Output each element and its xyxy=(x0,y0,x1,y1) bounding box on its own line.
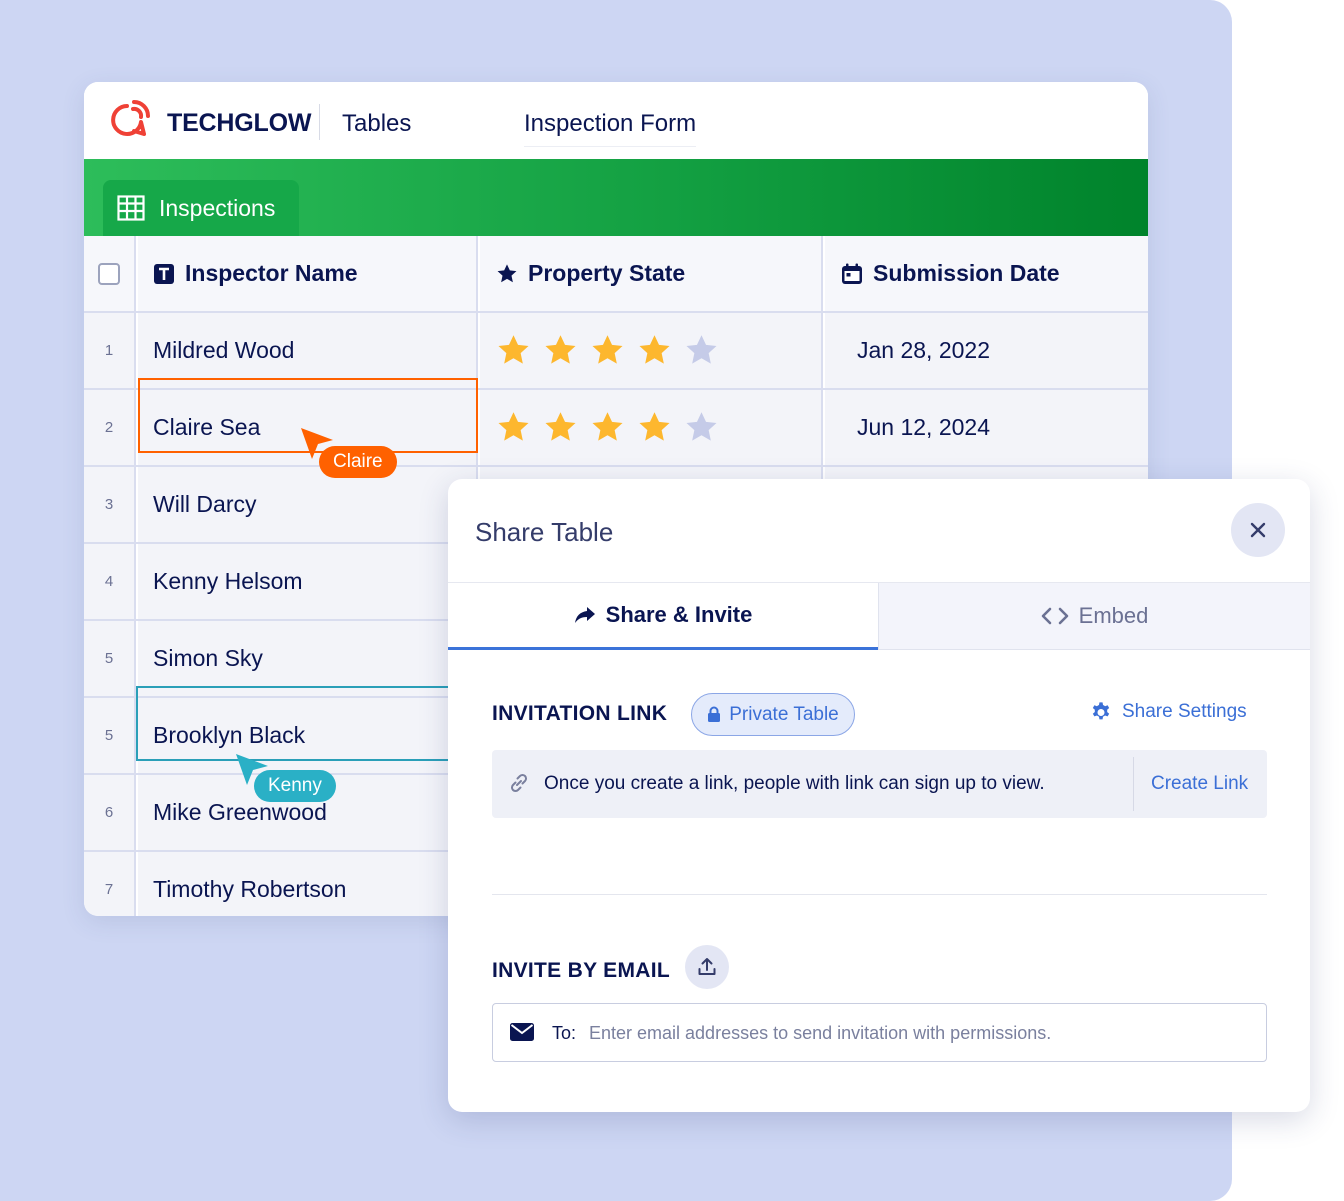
share-settings-label: Share Settings xyxy=(1122,701,1247,722)
claire-cursor-tag: Claire xyxy=(319,446,397,478)
column-header-submission-date[interactable]: Submission Date xyxy=(825,236,1148,311)
row-number: 7 xyxy=(84,852,136,916)
topbar-divider xyxy=(319,104,320,140)
column-header-property-state[interactable]: Property State xyxy=(480,236,823,311)
header-row: Inspector Name Property State Submission… xyxy=(84,236,1148,313)
select-all-cell xyxy=(84,236,136,311)
tab-embed-label: Embed xyxy=(1078,603,1149,628)
inspector-name-cell[interactable]: Timothy Robertson xyxy=(138,852,478,916)
invite-by-email-heading: INVITE BY EMAIL xyxy=(492,959,670,982)
email-invite-box: To: xyxy=(492,1003,1267,1062)
select-all-checkbox[interactable] xyxy=(98,262,120,285)
modal-title: Share Table xyxy=(475,517,614,547)
star-filled-icon[interactable] xyxy=(496,333,531,368)
row-number: 1 xyxy=(84,313,136,388)
upload-contacts-button[interactable] xyxy=(685,945,729,989)
share-table-modal: Share Table Share & Invite Embed INVITAT… xyxy=(448,479,1310,1112)
star-empty-icon[interactable] xyxy=(684,333,719,368)
star-filled-icon[interactable] xyxy=(543,333,578,368)
star-filled-icon[interactable] xyxy=(590,410,625,445)
column-header-label: Inspector Name xyxy=(185,260,358,286)
nav-tables-link[interactable]: Tables xyxy=(342,110,411,138)
text-type-icon xyxy=(154,263,174,284)
star-filled-icon[interactable] xyxy=(543,410,578,445)
inspector-name-cell[interactable]: Brooklyn Black xyxy=(138,698,478,773)
star-filled-icon[interactable] xyxy=(496,410,531,445)
brand-name: TECHGLOW xyxy=(167,109,312,137)
sheet-tab-bar: Inspections xyxy=(84,159,1148,236)
share-arrow-icon xyxy=(574,607,595,623)
email-input[interactable] xyxy=(589,1014,1249,1052)
lock-icon xyxy=(708,706,721,722)
section-divider xyxy=(492,894,1267,895)
private-table-badge[interactable]: Private Table xyxy=(691,693,855,736)
link-icon xyxy=(510,773,528,793)
gear-icon xyxy=(1092,702,1110,720)
form-title[interactable]: Inspection Form xyxy=(524,110,697,147)
submission-date-cell[interactable]: Jun 12, 2024 xyxy=(825,390,1148,465)
techglow-logo-icon xyxy=(111,100,150,136)
link-box-divider xyxy=(1133,757,1134,811)
mail-icon xyxy=(510,1023,534,1041)
code-icon xyxy=(1041,607,1068,625)
close-icon xyxy=(1250,522,1266,538)
star-filled-icon[interactable] xyxy=(590,333,625,368)
table-row: 1 Mildred Wood Jan 28, 2022 xyxy=(84,313,1148,390)
row-number: 5 xyxy=(84,698,136,773)
row-number: 5 xyxy=(84,621,136,696)
column-header-inspector-name[interactable]: Inspector Name xyxy=(138,236,478,311)
column-header-label: Submission Date xyxy=(873,260,1060,286)
private-table-label: Private Table xyxy=(729,703,839,725)
column-header-label: Property State xyxy=(528,260,686,286)
row-number: 6 xyxy=(84,775,136,850)
to-label: To: xyxy=(552,1023,577,1043)
invitation-link-box: Once you create a link, people with link… xyxy=(492,750,1267,818)
calendar-icon xyxy=(842,263,862,284)
tab-inspections-label: Inspections xyxy=(159,194,276,221)
star-rating[interactable] xyxy=(496,410,719,445)
share-tabs: Share & Invite Embed xyxy=(448,582,1310,650)
inspector-name-cell[interactable]: Mildred Wood xyxy=(138,313,478,388)
star-filled-icon[interactable] xyxy=(637,410,672,445)
upload-icon xyxy=(698,958,716,975)
star-empty-icon[interactable] xyxy=(684,410,719,445)
property-state-cell[interactable] xyxy=(480,313,823,388)
tab-share-invite[interactable]: Share & Invite xyxy=(448,583,878,650)
kenny-cursor-tag: Kenny xyxy=(254,770,336,802)
inspector-name-cell[interactable]: Simon Sky xyxy=(138,621,478,696)
table-grid-icon xyxy=(117,195,145,221)
tab-embed[interactable]: Embed xyxy=(878,583,1310,650)
star-icon xyxy=(497,263,517,282)
tab-share-label: Share & Invite xyxy=(605,602,753,627)
tab-inspections[interactable]: Inspections xyxy=(103,180,299,236)
row-number: 4 xyxy=(84,544,136,619)
row-number: 3 xyxy=(84,467,136,542)
row-number: 2 xyxy=(84,390,136,465)
table-row: 2 Claire Sea Jun 12, 2024 xyxy=(84,390,1148,467)
property-state-cell[interactable] xyxy=(480,390,823,465)
share-settings-link[interactable]: Share Settings xyxy=(1090,701,1247,723)
inspector-name-cell[interactable]: Will Darcy xyxy=(138,467,478,542)
invitation-link-heading: INVITATION LINK xyxy=(492,702,668,725)
close-button[interactable] xyxy=(1231,503,1285,557)
link-message: Once you create a link, people with link… xyxy=(544,773,1045,794)
inspector-name-cell[interactable]: Kenny Helsom xyxy=(138,544,478,619)
create-link-button[interactable]: Create Link xyxy=(1151,773,1248,795)
submission-date-cell[interactable]: Jan 28, 2022 xyxy=(825,313,1148,388)
top-bar: TECHGLOW Tables Inspection Form xyxy=(84,82,1148,159)
star-filled-icon[interactable] xyxy=(637,333,672,368)
star-rating[interactable] xyxy=(496,333,719,368)
